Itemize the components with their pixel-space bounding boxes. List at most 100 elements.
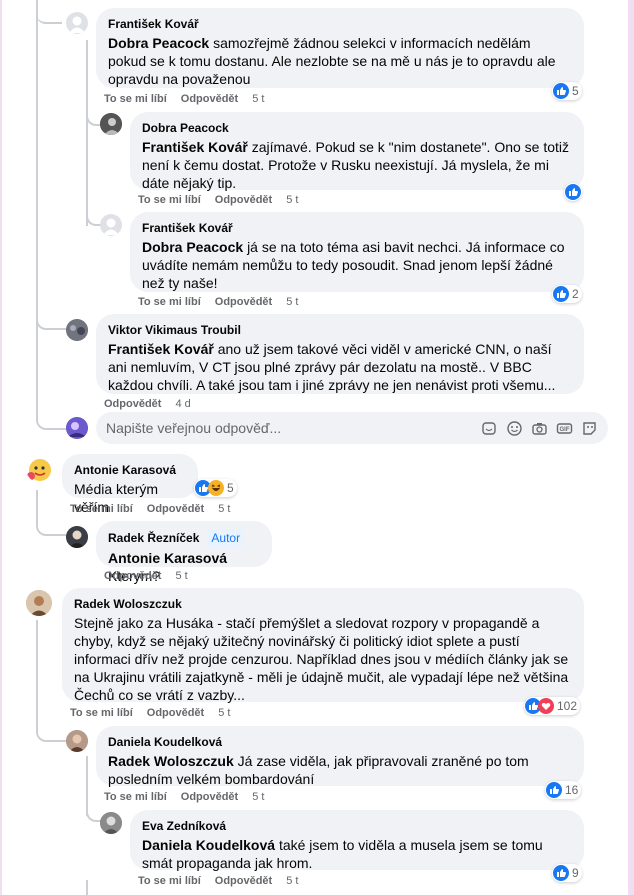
like-icon [553, 865, 569, 881]
comment-author[interactable]: Daniela Koudelková [108, 734, 572, 750]
avatar[interactable] [26, 456, 52, 482]
reply-button[interactable]: Odpovědět [215, 874, 272, 888]
page-border-right [628, 0, 634, 895]
avatar-sticker-icon[interactable] [581, 420, 598, 437]
like-button[interactable]: To se mi líbí [70, 706, 133, 720]
gif-icon[interactable]: GIF [556, 420, 573, 437]
avatar[interactable] [100, 214, 122, 236]
reaction-summary[interactable]: 9 [552, 864, 582, 882]
mention[interactable]: František Kovář [142, 139, 248, 155]
like-button[interactable]: To se mi líbí [104, 790, 167, 804]
avatar[interactable] [66, 12, 88, 34]
like-button[interactable]: To se mi líbí [138, 874, 201, 888]
comment-bubble: Daniela Koudelková Radek Woloszczuk Já z… [96, 726, 584, 787]
reaction-summary[interactable] [564, 183, 582, 201]
reaction-summary[interactable]: 16 [545, 781, 582, 799]
comment-actions: To se mi líbí Odpovědět 5 t [138, 874, 298, 888]
like-button[interactable]: To se mi líbí [138, 193, 201, 207]
reaction-count: 9 [572, 866, 579, 880]
like-button[interactable]: To se mi líbí [138, 295, 201, 309]
comment-actions: To se mi líbí Odpovědět 5 t [104, 92, 264, 106]
reply-box[interactable]: Napište veřejnou odpověď... GIF [96, 412, 608, 444]
comment-text: Dobra Peacock samozřejmě žádnou selekci … [108, 34, 572, 88]
page-border-left [0, 0, 2, 895]
reply-button[interactable]: Odpovědět [181, 790, 238, 804]
timestamp[interactable]: 5 t [175, 569, 187, 583]
like-icon [553, 286, 569, 302]
comment-text: Daniela Koudelková také jsem to viděla a… [142, 836, 572, 872]
avatar[interactable] [100, 113, 122, 135]
reaction-summary[interactable]: 5 [194, 479, 237, 497]
thread-line [36, 620, 38, 730]
thread-connector [36, 724, 66, 742]
mention[interactable]: Antonie Karasová [108, 550, 227, 566]
comment-bubble: František Kovář Dobra Peacock samozřejmě… [96, 8, 584, 88]
timestamp[interactable]: 5 t [218, 706, 230, 720]
comment-actions: Odpovědět 4 d [104, 397, 191, 411]
comment-author[interactable]: František Kovář [108, 16, 572, 32]
reply-button[interactable]: Odpovědět [147, 502, 204, 516]
haha-icon [208, 480, 224, 496]
author-name[interactable]: Radek Řezníček [108, 530, 199, 546]
like-icon [546, 782, 562, 798]
comment-author: Radek Řezníček Autor [108, 529, 260, 547]
like-icon [565, 184, 581, 200]
timestamp[interactable]: 4 d [175, 397, 190, 411]
comment-author[interactable]: Dobra Peacock [142, 120, 572, 136]
reaction-count: 16 [565, 783, 579, 797]
avatar[interactable] [66, 730, 88, 752]
reply-button[interactable]: Odpovědět [147, 706, 204, 720]
comment-text: František Kovář zajímavé. Pokud se k "ni… [142, 138, 572, 192]
mention[interactable]: František Kovář [108, 341, 214, 357]
thread-line [86, 880, 88, 895]
timestamp[interactable]: 5 t [218, 502, 230, 516]
emoji-icon[interactable] [506, 420, 523, 437]
comment-author[interactable]: František Kovář [142, 220, 572, 236]
reply-button[interactable]: Odpovědět [104, 397, 161, 411]
comment-bubble: František Kovář Dobra Peacock já se na t… [130, 212, 584, 292]
thread-connector [36, 310, 66, 330]
avatar[interactable] [100, 812, 122, 834]
comment-bubble: Eva Zedníková Daniela Koudelková také js… [130, 810, 584, 872]
timestamp[interactable]: 5 t [286, 295, 298, 309]
reply-button[interactable]: Odpovědět [181, 92, 238, 106]
avatar[interactable] [66, 417, 88, 439]
reply-button[interactable]: Odpovědět [215, 193, 272, 207]
avatar[interactable] [66, 526, 88, 548]
reaction-count: 2 [572, 287, 579, 301]
reply-button[interactable]: Odpovědět [215, 295, 272, 309]
reply-button[interactable]: Odpovědět [104, 569, 161, 583]
mention[interactable]: Daniela Koudelková [142, 837, 275, 853]
comment-author[interactable]: Viktor Vikimaus Troubil [108, 322, 572, 338]
comment-actions: To se mi líbí Odpovědět 5 t [138, 193, 298, 207]
comment-author[interactable]: Radek Woloszczuk [74, 596, 572, 612]
reaction-summary[interactable]: 2 [552, 285, 582, 303]
reaction-summary[interactable]: 5 [552, 82, 582, 100]
thread-line [86, 40, 88, 226]
thread-connector [36, 0, 62, 24]
timestamp[interactable]: 5 t [286, 193, 298, 207]
avatar[interactable] [66, 319, 88, 341]
avatar[interactable] [26, 590, 52, 616]
reaction-summary[interactable]: 102 [524, 697, 581, 715]
mention[interactable]: Dobra Peacock [108, 35, 209, 51]
camera-icon[interactable] [531, 420, 548, 437]
mention[interactable]: Radek Woloszczuk [108, 753, 234, 769]
mention[interactable]: Dobra Peacock [142, 239, 243, 255]
comment-bubble: Antonie Karasová Média kterým věřím [62, 454, 198, 515]
reply-tools: GIF [481, 420, 598, 437]
thread-connector [36, 410, 66, 430]
timestamp[interactable]: 5 t [286, 874, 298, 888]
comment-text: Dobra Peacock já se na toto téma asi bav… [142, 238, 572, 292]
reaction-count: 5 [572, 84, 579, 98]
sticker-icon[interactable] [481, 420, 498, 437]
reaction-count: 102 [557, 699, 578, 713]
love-icon [538, 698, 554, 714]
like-button[interactable]: To se mi líbí [104, 92, 167, 106]
reply-input[interactable]: Napište veřejnou odpověď... [106, 420, 481, 436]
comment-author[interactable]: Eva Zedníková [142, 818, 572, 834]
timestamp[interactable]: 5 t [252, 790, 264, 804]
timestamp[interactable]: 5 t [252, 92, 264, 106]
comment-author[interactable]: Antonie Karasová [74, 462, 186, 478]
like-button[interactable]: To se mi líbí [70, 502, 133, 516]
